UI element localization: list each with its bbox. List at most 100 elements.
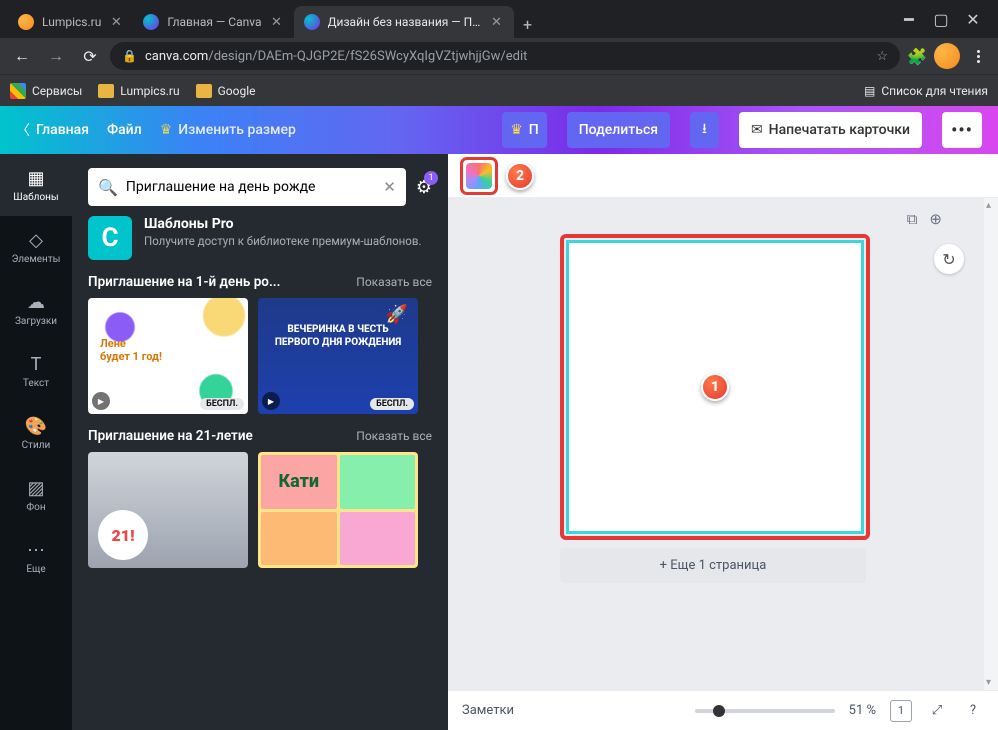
extensions-icon[interactable]: 🧩 bbox=[906, 45, 928, 67]
slider-thumb[interactable] bbox=[713, 705, 725, 717]
editor-body: ▦Шаблоны ◇Элементы ☁Загрузки TТекст 🎨Сти… bbox=[0, 154, 998, 730]
close-icon[interactable]: ✕ bbox=[270, 15, 284, 29]
forward-button[interactable]: → bbox=[42, 42, 70, 70]
more-icon: ⋯ bbox=[25, 540, 47, 562]
canvas-viewport[interactable]: ⧉ ⊕ ↻ 1 + Еще 1 страница bbox=[448, 198, 998, 690]
play-icon: ▶ bbox=[92, 392, 110, 410]
folder-icon bbox=[196, 84, 212, 98]
templates-panel: 🔍 ✕ ⚙ 1 C Шаблоны Pro Получите доступ к … bbox=[72, 154, 448, 730]
lock-icon: 🔒 bbox=[122, 49, 137, 63]
browser-menu-button[interactable] bbox=[966, 50, 990, 63]
browser-tab-canva-home[interactable]: Главная — Canva ✕ bbox=[133, 6, 293, 38]
vertical-scrollbar[interactable] bbox=[984, 198, 998, 690]
show-all-link[interactable]: Показать все bbox=[356, 429, 432, 443]
template-thumbnail[interactable]: ВЕЧЕРИНКА В ЧЕСТЬ ПЕРВОГО ДНЯ РОЖДЕНИЯ ▶… bbox=[258, 298, 418, 414]
annotation-highlight bbox=[460, 157, 498, 195]
section-title: Приглашение на 1-й день ро... bbox=[88, 274, 280, 290]
profile-avatar[interactable] bbox=[934, 43, 960, 69]
browser-toolbar: ← → ⟳ 🔒 canva.com/design/DAEm-QJGP2E/fS2… bbox=[0, 38, 998, 74]
tab-title: Дизайн без названия — Пригл bbox=[328, 15, 482, 29]
section-title: Приглашение на 21-летие bbox=[88, 428, 253, 444]
tab-title: Lumpics.ru bbox=[42, 15, 101, 29]
close-window-icon[interactable]: ✕ bbox=[966, 12, 980, 26]
download-button[interactable]: ⭳ bbox=[690, 112, 719, 148]
template-search[interactable]: 🔍 ✕ bbox=[88, 168, 406, 206]
palette-icon: 🎨 bbox=[25, 416, 47, 438]
home-label: Главная bbox=[36, 122, 89, 138]
add-page-icon[interactable]: ⊕ bbox=[929, 210, 942, 228]
file-label: Файл bbox=[107, 122, 142, 138]
elements-icon: ◇ bbox=[25, 230, 47, 252]
address-bar[interactable]: 🔒 canva.com/design/DAEm-QJGP2E/fS26SWcyX… bbox=[110, 42, 900, 70]
reading-list-button[interactable]: ▤ Список для чтения bbox=[864, 84, 988, 98]
bookmark-label: Google bbox=[218, 84, 256, 98]
templates-icon: ▦ bbox=[25, 168, 47, 190]
more-menu-button[interactable]: ••• bbox=[942, 112, 982, 148]
notes-button[interactable]: Заметки bbox=[462, 703, 514, 718]
fullscreen-icon[interactable]: ⤢ bbox=[926, 700, 948, 722]
rail-uploads[interactable]: ☁Загрузки bbox=[0, 278, 72, 340]
rail-styles[interactable]: 🎨Стили bbox=[0, 402, 72, 464]
search-icon: 🔍 bbox=[98, 178, 118, 197]
bookmark-folder-lumpics[interactable]: Lumpics.ru bbox=[98, 84, 179, 98]
file-menu[interactable]: Файл bbox=[107, 122, 142, 138]
maximize-icon[interactable]: ▢ bbox=[934, 12, 948, 26]
page-actions: ⧉ ⊕ bbox=[907, 210, 942, 228]
bookmark-folder-google[interactable]: Google bbox=[196, 84, 256, 98]
add-page-button[interactable]: + Еще 1 страница bbox=[560, 548, 866, 583]
rail-elements[interactable]: ◇Элементы bbox=[0, 216, 72, 278]
browser-tab-lumpics[interactable]: Lumpics.ru ✕ bbox=[8, 6, 133, 38]
rail-background[interactable]: ▨Фон bbox=[0, 464, 72, 526]
pro-title: Шаблоны Pro bbox=[144, 216, 421, 232]
resize-button[interactable]: ♛ Изменить размер bbox=[160, 122, 296, 138]
print-icon: ✉ bbox=[751, 122, 763, 138]
rail-templates[interactable]: ▦Шаблоны bbox=[0, 154, 72, 216]
editor-header: 〈 Главная Файл ♛ Изменить размер ♛ П Под… bbox=[0, 106, 998, 154]
home-button[interactable]: 〈 Главная bbox=[16, 120, 89, 140]
canvas-toolbar: 2 bbox=[448, 154, 998, 198]
window-controls: ━ ▢ ✕ bbox=[892, 12, 990, 26]
design-page[interactable]: 1 bbox=[566, 240, 864, 534]
page-indicator[interactable]: 1 bbox=[890, 700, 912, 722]
template-thumbnail[interactable]: Ленебудет 1 год! ▶ БЕСПЛ. bbox=[88, 298, 248, 414]
apps-shortcut[interactable]: Сервисы bbox=[10, 83, 82, 99]
rail-text[interactable]: TТекст bbox=[0, 340, 72, 402]
template-section-2: Приглашение на 21-летие Показать все 21!… bbox=[72, 428, 448, 582]
reload-button[interactable]: ⟳ bbox=[76, 42, 104, 70]
zoom-slider[interactable] bbox=[695, 709, 835, 713]
star-icon[interactable]: ☆ bbox=[876, 49, 888, 64]
close-icon[interactable]: ✕ bbox=[109, 15, 123, 29]
close-icon[interactable]: ✕ bbox=[490, 15, 504, 29]
free-badge: БЕСПЛ. bbox=[370, 398, 414, 410]
share-button[interactable]: Поделиться bbox=[567, 112, 670, 148]
show-all-link[interactable]: Показать все bbox=[356, 275, 432, 289]
clear-icon[interactable]: ✕ bbox=[383, 178, 396, 196]
search-input[interactable] bbox=[126, 179, 375, 195]
filter-button[interactable]: ⚙ 1 bbox=[416, 177, 432, 198]
help-icon[interactable]: ? bbox=[962, 700, 984, 722]
text-icon: T bbox=[25, 354, 47, 376]
background-color-button[interactable] bbox=[466, 163, 492, 189]
pro-button[interactable]: ♛ П bbox=[502, 112, 547, 148]
print-button[interactable]: ✉ Напечатать карточки bbox=[739, 112, 922, 148]
rail-more[interactable]: ⋯Еще bbox=[0, 526, 72, 588]
minimize-icon[interactable]: ━ bbox=[902, 12, 916, 26]
duplicate-page-icon[interactable]: ⧉ bbox=[907, 210, 918, 228]
download-icon: ⭳ bbox=[702, 118, 707, 142]
url-text: canva.com/design/DAEm-QJGP2E/fS26SWcyXqI… bbox=[145, 49, 868, 64]
pro-templates-card[interactable]: C Шаблоны Pro Получите доступ к библиоте… bbox=[88, 216, 432, 260]
list-icon: ▤ bbox=[864, 84, 875, 98]
folder-icon bbox=[98, 84, 114, 98]
bookmark-label: Lumpics.ru bbox=[120, 84, 179, 98]
pro-desc: Получите доступ к библиотеке премиум-шаб… bbox=[144, 234, 421, 250]
template-thumbnail[interactable]: Кати bbox=[258, 452, 418, 568]
apps-icon bbox=[10, 83, 26, 99]
favicon-icon bbox=[304, 14, 320, 30]
browser-tab-design[interactable]: Дизайн без названия — Пригл ✕ bbox=[294, 6, 514, 38]
bookmarks-bar: Сервисы Lumpics.ru Google ▤ Список для ч… bbox=[0, 74, 998, 106]
filter-count-badge: 1 bbox=[424, 171, 438, 185]
rotate-button[interactable]: ↻ bbox=[934, 244, 964, 274]
back-button[interactable]: ← bbox=[8, 42, 36, 70]
template-thumbnail[interactable]: 21! bbox=[88, 452, 248, 568]
new-tab-button[interactable]: + bbox=[514, 10, 542, 38]
